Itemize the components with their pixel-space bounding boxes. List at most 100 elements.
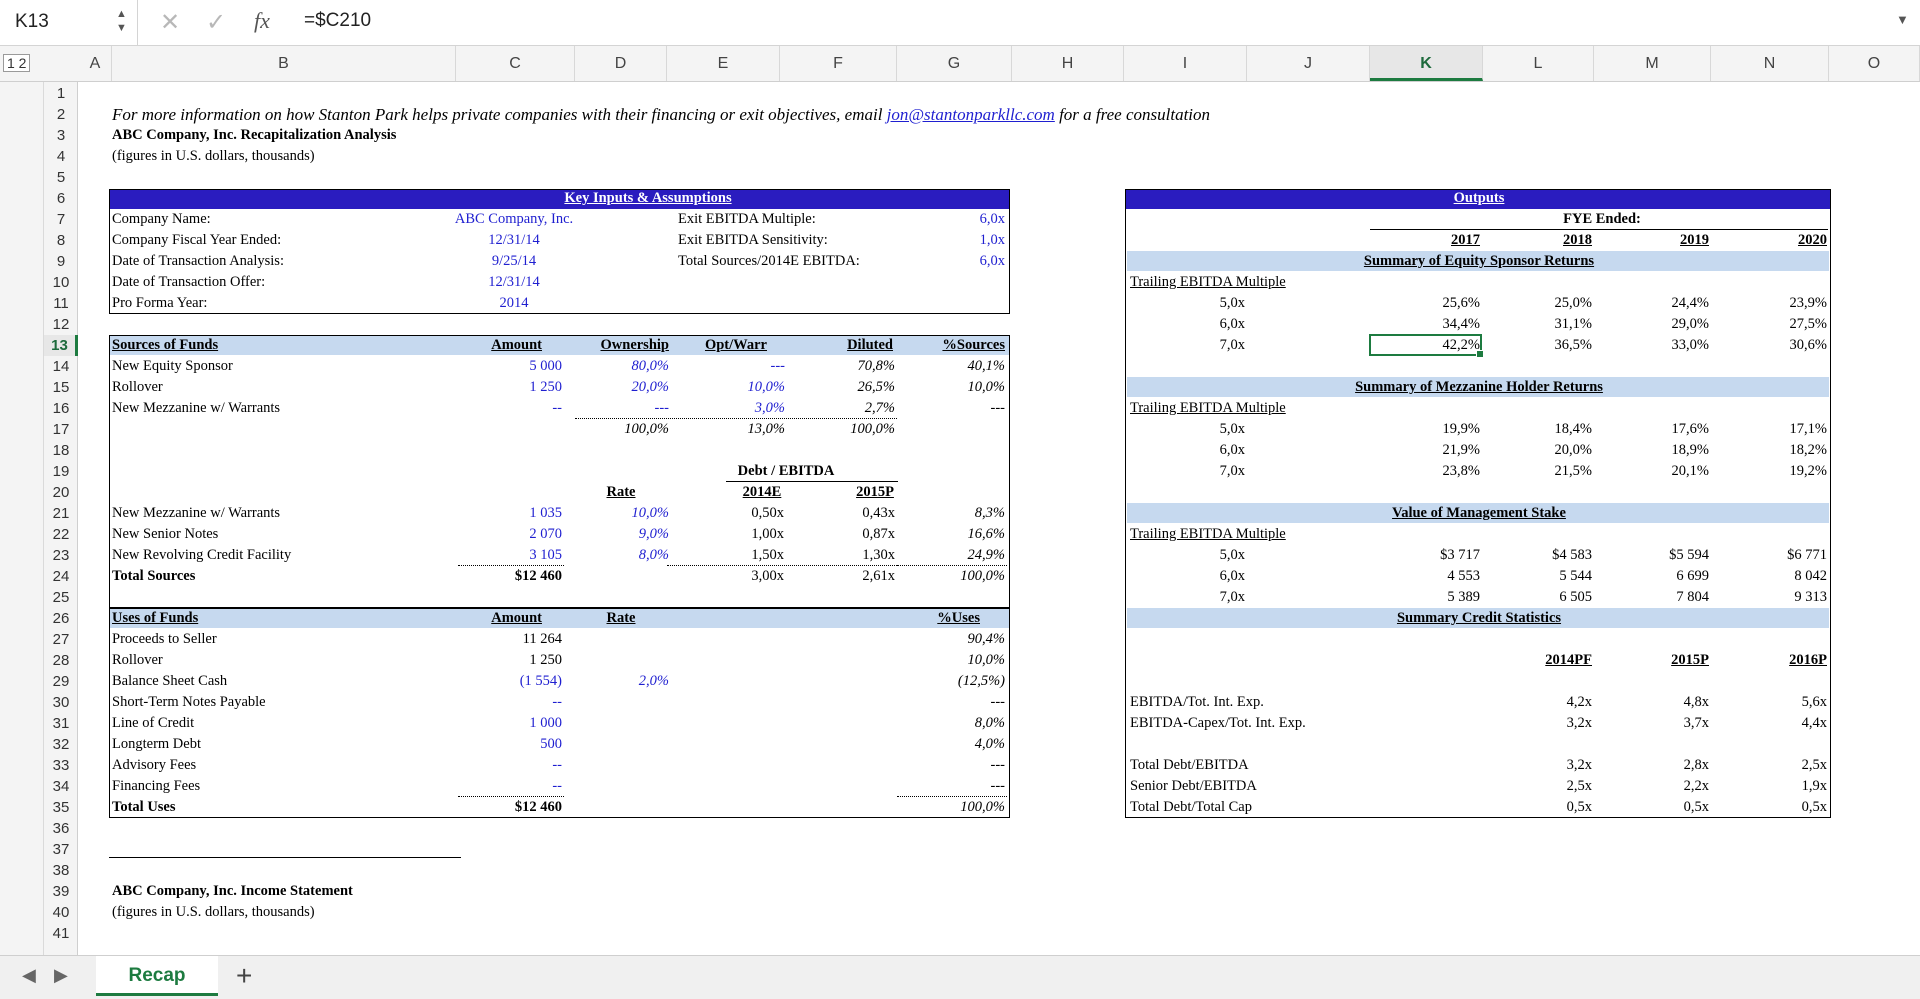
uses-col-header[interactable]: Rate (581, 608, 661, 629)
equity-value[interactable]: 36,5% (1492, 335, 1592, 356)
row-header-28[interactable]: 28 (44, 650, 78, 671)
total-uses-label[interactable]: Total Uses (112, 797, 176, 818)
equity-value[interactable]: 31,1% (1492, 314, 1592, 335)
source-amount[interactable]: 5 000 (462, 356, 562, 377)
input-value[interactable]: 1,0x (905, 230, 1005, 251)
uses-header[interactable]: Uses of Funds (112, 608, 198, 629)
use-label[interactable]: Proceeds to Seller (112, 629, 217, 650)
row-header-13[interactable]: 13 (44, 335, 78, 356)
source-label[interactable]: Rollover (112, 377, 163, 398)
row-header-31[interactable]: 31 (44, 713, 78, 734)
total-sources-label[interactable]: Total Sources (112, 566, 195, 587)
source-amount[interactable]: 1 250 (462, 377, 562, 398)
mezz-value[interactable]: 17,6% (1609, 419, 1709, 440)
debt-ebitda-2014[interactable]: 1,50x (684, 545, 784, 566)
year-header[interactable]: 2015P (835, 482, 915, 503)
multiple-value[interactable]: 5,0x (1145, 419, 1245, 440)
mezz-value[interactable]: 20,1% (1609, 461, 1709, 482)
credit-value[interactable]: 3,2x (1492, 713, 1592, 734)
mgmt-value[interactable]: 4 553 (1380, 566, 1480, 587)
multiple-value[interactable]: 6,0x (1145, 314, 1245, 335)
use-label[interactable]: Longterm Debt (112, 734, 201, 755)
column-header-j[interactable]: J (1247, 46, 1370, 81)
use-label[interactable]: Short-Term Notes Payable (112, 692, 266, 713)
column-header-e[interactable]: E (667, 46, 780, 81)
use-pct[interactable]: 8,0% (905, 713, 1005, 734)
mgmt-value[interactable]: $5 594 (1609, 545, 1709, 566)
debt-rate[interactable]: 10,0% (569, 503, 669, 524)
equity-value[interactable]: 30,6% (1727, 335, 1827, 356)
row-header-30[interactable]: 30 (44, 692, 78, 713)
credit-value[interactable]: 3,2x (1492, 755, 1592, 776)
column-header-n[interactable]: N (1711, 46, 1829, 81)
outputs-title[interactable]: Outputs (1379, 188, 1579, 209)
credit-value[interactable]: 0,5x (1727, 797, 1827, 818)
mgmt-value[interactable]: 8 042 (1727, 566, 1827, 587)
use-amount[interactable]: (1 554) (462, 671, 562, 692)
sources-col-header[interactable]: %Sources (875, 335, 1005, 356)
multiple-value[interactable]: 5,0x (1145, 293, 1245, 314)
input-value[interactable]: 12/31/14 (414, 272, 614, 293)
input-label[interactable]: Exit EBITDA Multiple: (678, 209, 816, 230)
rate-header[interactable]: Rate (581, 482, 661, 503)
input-label[interactable]: Company Fiscal Year Ended: (112, 230, 281, 251)
income-title[interactable]: ABC Company, Inc. Income Statement (112, 881, 353, 902)
row-header-24[interactable]: 24 (44, 566, 78, 587)
use-rate[interactable]: 2,0% (569, 671, 669, 692)
row-header-25[interactable]: 25 (44, 587, 78, 608)
source-label[interactable]: New Mezzanine w/ Warrants (112, 398, 280, 419)
mgmt-value[interactable]: 5 389 (1380, 587, 1480, 608)
credit-year-header[interactable]: 2015P (1609, 650, 1709, 671)
key-inputs-title[interactable]: Key Inputs & Assumptions (488, 188, 808, 209)
equity-value[interactable]: 27,5% (1727, 314, 1827, 335)
source-diluted[interactable]: 2,7% (795, 398, 895, 419)
debt-ebitda-title[interactable]: Debt / EBITDA (676, 461, 896, 482)
equity-value[interactable]: 23,9% (1727, 293, 1827, 314)
trailing-multiple-label[interactable]: Trailing EBITDA Multiple (1130, 524, 1286, 545)
debt-ebitda-2015[interactable]: 0,87x (795, 524, 895, 545)
input-label[interactable]: Exit EBITDA Sensitivity: (678, 230, 828, 251)
credit-label[interactable]: EBITDA-Capex/Tot. Int. Exp. (1130, 713, 1306, 734)
total-sources-amount[interactable]: $12 460 (462, 566, 562, 587)
input-value[interactable]: 6,0x (905, 209, 1005, 230)
source-pct[interactable]: 40,1% (905, 356, 1005, 377)
debt-amount[interactable]: 1 035 (462, 503, 562, 524)
row-header-18[interactable]: 18 (44, 440, 78, 461)
use-label[interactable]: Line of Credit (112, 713, 194, 734)
output-year-header[interactable]: 2018 (1492, 230, 1592, 251)
credit-value[interactable]: 2,8x (1609, 755, 1709, 776)
use-amount[interactable]: -- (462, 755, 562, 776)
debt-label[interactable]: New Senior Notes (112, 524, 218, 545)
debt-ebitda-2014[interactable]: 1,00x (684, 524, 784, 545)
source-pct[interactable]: --- (905, 398, 1006, 419)
debt-label[interactable]: New Mezzanine w/ Warrants (112, 503, 280, 524)
sources-header[interactable]: Sources of Funds (112, 335, 218, 356)
row-header-40[interactable]: 40 (44, 902, 78, 923)
debt-ebitda-2015[interactable]: 1,30x (795, 545, 895, 566)
mezz-value[interactable]: 17,1% (1727, 419, 1827, 440)
row-header-32[interactable]: 32 (44, 734, 78, 755)
debt-pct[interactable]: 8,3% (905, 503, 1005, 524)
row-header-19[interactable]: 19 (44, 461, 78, 482)
mgmt-value[interactable]: $6 771 (1727, 545, 1827, 566)
row-header-5[interactable]: 5 (44, 167, 78, 188)
mgmt-value[interactable]: 5 544 (1492, 566, 1592, 587)
input-value[interactable]: 12/31/14 (414, 230, 614, 251)
use-label[interactable]: Financing Fees (112, 776, 200, 797)
confirm-check-icon[interactable]: ✓ (206, 8, 226, 36)
row-header-23[interactable]: 23 (44, 545, 78, 566)
column-header-m[interactable]: M (1594, 46, 1711, 81)
row-header-20[interactable]: 20 (44, 482, 78, 503)
row-header-15[interactable]: 15 (44, 377, 78, 398)
multiple-value[interactable]: 5,0x (1145, 545, 1245, 566)
tab-recap[interactable]: Recap (96, 956, 218, 996)
ownership-total[interactable]: 100,0% (569, 419, 669, 440)
multiple-value[interactable]: 6,0x (1145, 440, 1245, 461)
debt-ebitda-2015[interactable]: 0,43x (795, 503, 895, 524)
debt-pct[interactable]: 24,9% (905, 545, 1005, 566)
mezz-value[interactable]: 23,8% (1380, 461, 1480, 482)
name-box[interactable]: K13 ▲ ▼ (0, 0, 138, 45)
opt-warr-total[interactable]: 13,0% (685, 419, 785, 440)
debt-label[interactable]: New Revolving Credit Facility (112, 545, 291, 566)
total-debt-ebitda-2014[interactable]: 3,00x (684, 566, 784, 587)
